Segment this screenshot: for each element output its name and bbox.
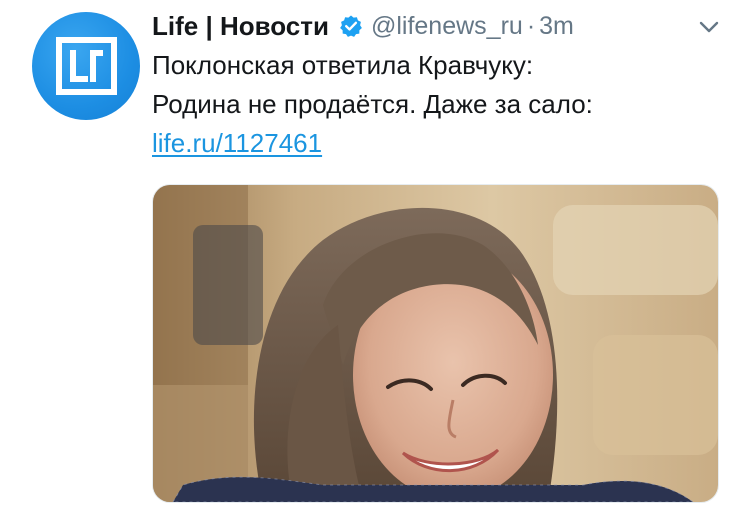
tweet-text-line-2: Родина не продаётся. Даже за сало: (152, 89, 593, 119)
tweet-photo[interactable] (152, 184, 719, 503)
avatar[interactable] (32, 12, 140, 120)
tweet-header: Life | Новости @lifenews_ru · 3m (152, 8, 574, 44)
display-name[interactable]: Life | Новости (152, 11, 329, 42)
article-link[interactable]: life.ru/1127461 (152, 128, 322, 158)
chevron-down-icon[interactable] (696, 14, 722, 40)
tweet-text: Поклонская ответила Кравчуку: Родина не … (152, 46, 732, 163)
verified-badge-icon (340, 15, 362, 37)
life-logo-icon (56, 37, 117, 95)
separator-dot: · (526, 11, 536, 40)
tweet-text-line-1: Поклонская ответила Кравчуку: (152, 50, 534, 80)
tweet-card: Life | Новости @lifenews_ru · 3m Поклонс… (0, 0, 750, 517)
photo-image (153, 185, 718, 502)
timestamp[interactable]: 3m (539, 12, 574, 41)
user-handle[interactable]: @lifenews_ru (371, 12, 523, 41)
